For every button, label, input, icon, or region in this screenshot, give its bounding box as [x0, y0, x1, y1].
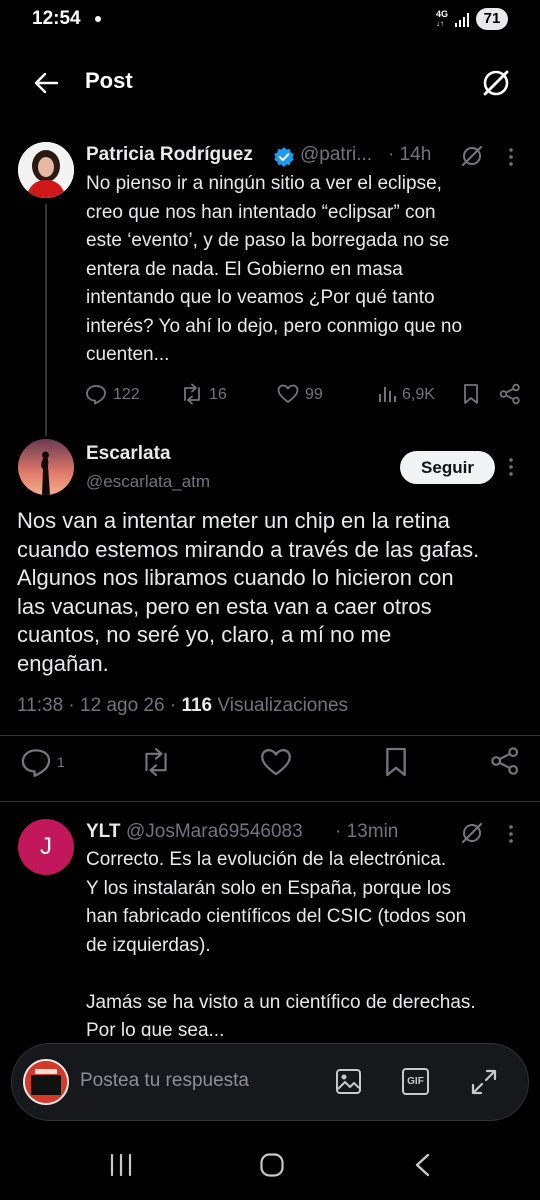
reply-icon[interactable]: [20, 746, 52, 778]
author-name[interactable]: Patricia Rodríguez: [86, 144, 253, 166]
text-line: Correcto. Es la evolución de la electrón…: [86, 849, 447, 870]
reply-count: 122: [113, 386, 140, 403]
avatar-letter: J: [40, 833, 52, 860]
avatar-escarlata[interactable]: [18, 439, 74, 495]
repost-count: 16: [209, 386, 227, 403]
views-label: Visualizaciones: [217, 695, 349, 716]
more-options-icon[interactable]: [505, 146, 517, 168]
post-metadata: 11:38 · 12 ago 26 · 116 Visualizaciones: [17, 695, 349, 716]
like-count: 99: [305, 386, 323, 403]
network-indicator: 4G ↓↑: [436, 9, 449, 29]
expand-icon[interactable]: [469, 1067, 499, 1097]
post-text: Nos van a intentar meter un chip en la r…: [17, 507, 527, 678]
author-handle[interactable]: @JosMara69546083: [126, 821, 303, 843]
verified-badge-icon: [274, 147, 294, 167]
author-handle[interactable]: @patri...: [300, 144, 372, 166]
bookmark-icon[interactable]: [383, 746, 409, 778]
views-icon[interactable]: [377, 384, 397, 404]
reply-input[interactable]: Postea tu respuesta: [80, 1070, 249, 1092]
battery-indicator: 71: [476, 8, 508, 30]
gif-label: GIF: [407, 1076, 424, 1087]
page-title: Post: [85, 68, 133, 93]
image-icon[interactable]: [335, 1068, 362, 1095]
like-icon[interactable]: [260, 748, 292, 777]
text-line: No pienso ir a ningún sitio a ver el ecl…: [86, 173, 442, 194]
signal-icon: [455, 13, 469, 27]
share-icon[interactable]: [499, 383, 521, 405]
network-type: 4G: [436, 9, 449, 19]
grok-icon[interactable]: [460, 821, 484, 845]
author-handle[interactable]: @escarlata_atm: [86, 472, 210, 492]
text-line: cuantos, no seré yo, claro, a mí no me: [17, 622, 392, 647]
reply-icon[interactable]: [85, 383, 107, 405]
post-date[interactable]: 12 ago 26: [80, 695, 165, 716]
repost-icon[interactable]: [139, 747, 173, 777]
views-count: 6,9K: [402, 386, 435, 403]
text-line: han fabricado científicos del CSIC (todo…: [86, 906, 467, 927]
author-name[interactable]: YLT: [86, 821, 120, 843]
post-text: No pienso ir a ningún sitio a ver el ecl…: [86, 170, 526, 370]
text-line: engañan.: [17, 650, 109, 676]
notification-dot: [95, 16, 101, 22]
text-line: intentando que lo veamos ¿Por qué tanto: [86, 287, 435, 308]
post-text: Correcto. Es la evolución de la electrón…: [86, 846, 526, 1046]
share-icon[interactable]: [490, 746, 520, 776]
grok-icon[interactable]: [480, 67, 512, 99]
status-time: 12:54: [32, 8, 81, 29]
text-line: cuenten...: [86, 344, 170, 365]
back-arrow-icon[interactable]: [32, 69, 60, 97]
recent-apps-icon[interactable]: [108, 1152, 134, 1178]
views-count: 116: [181, 695, 213, 716]
divider: [0, 801, 540, 802]
text-line: las vacunas, pero en esta van a caer otr…: [17, 593, 432, 619]
home-icon[interactable]: [259, 1152, 285, 1178]
text-line: [86, 960, 526, 989]
text-line: este ‘evento’, y de paso la borregada no…: [86, 230, 450, 251]
author-name[interactable]: Escarlata: [86, 443, 171, 465]
text-line: interés? Yo ahí lo dejo, pero conmigo qu…: [86, 315, 463, 337]
divider: [0, 735, 540, 736]
text-line: Jamás se ha visto a un científico de der…: [86, 991, 476, 1013]
repost-icon[interactable]: [180, 383, 204, 405]
like-icon[interactable]: [277, 384, 299, 404]
post-time[interactable]: · 13min: [335, 821, 398, 843]
reply-count: 1: [57, 754, 65, 770]
text-line: Y los instalarán solo en España, porque …: [86, 877, 452, 899]
text-line: creo que nos han intentado “eclipsar” co…: [86, 201, 436, 223]
text-line: Nos van a intentar meter un chip en la r…: [17, 508, 450, 533]
gif-icon[interactable]: GIF: [402, 1068, 429, 1095]
text-line: Algunos nos libramos cuando lo hicieron …: [17, 565, 454, 590]
my-avatar[interactable]: [23, 1059, 69, 1105]
data-arrows-icon: ↓↑: [436, 19, 444, 28]
avatar-patricia[interactable]: [18, 142, 74, 198]
follow-button[interactable]: Seguir: [400, 451, 495, 484]
more-options-icon[interactable]: [505, 823, 517, 845]
grok-icon[interactable]: [460, 144, 484, 168]
text-line: cuando estemos mirando a través de las g…: [17, 536, 480, 562]
thread-connector: [45, 204, 47, 436]
avatar-ylt[interactable]: J: [18, 819, 74, 875]
back-nav-icon[interactable]: [410, 1152, 436, 1178]
post-time[interactable]: · 14h: [388, 144, 431, 166]
text-line: entera de nada. El Gobierno en masa: [86, 258, 403, 280]
more-options-icon[interactable]: [505, 456, 517, 478]
post-time[interactable]: 11:38: [17, 695, 63, 716]
bookmark-icon[interactable]: [462, 383, 480, 405]
text-line: de izquierdas).: [86, 934, 211, 956]
